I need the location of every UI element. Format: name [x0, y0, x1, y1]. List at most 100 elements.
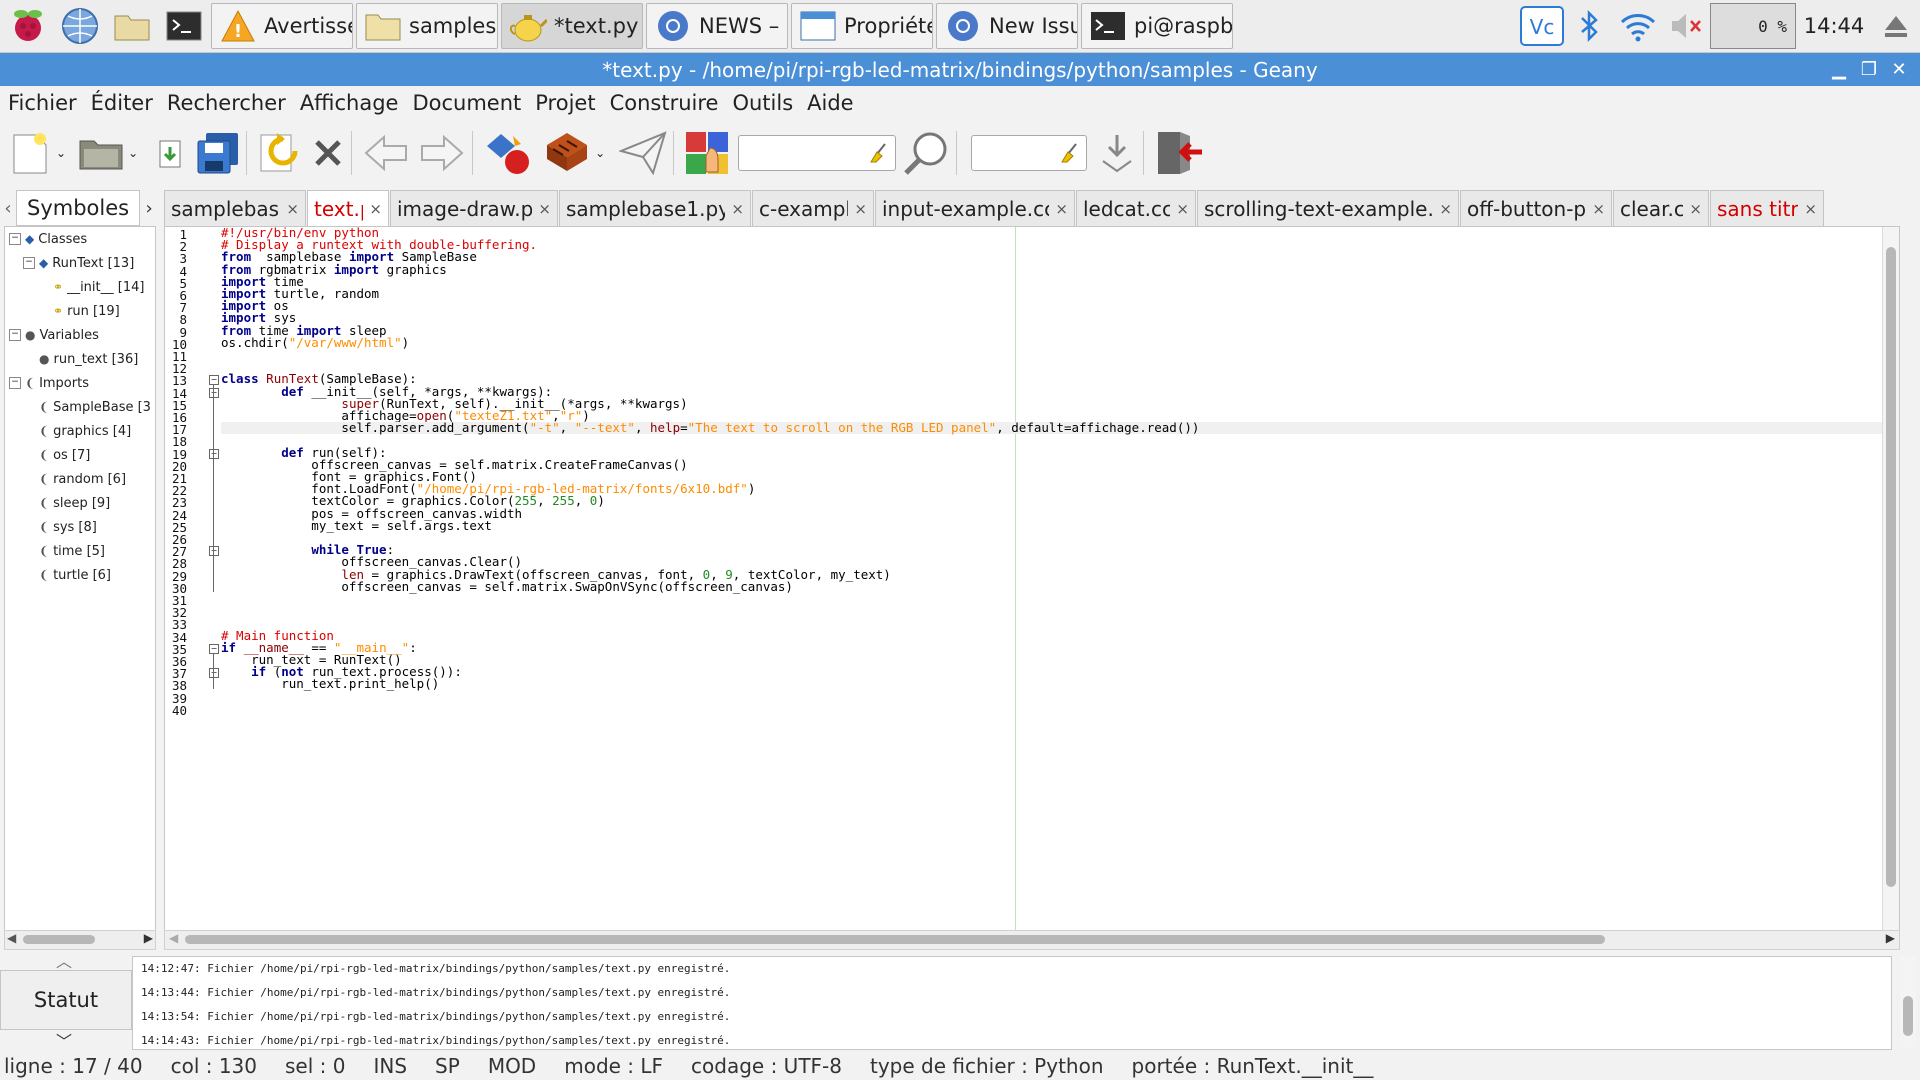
close-tab-icon[interactable]: ×	[1176, 200, 1189, 218]
code-line[interactable]: run_text.print_help()	[221, 678, 439, 691]
scroll-left-icon[interactable]: ◀	[7, 931, 16, 945]
task-geany[interactable]: *text.py - /h…	[501, 3, 643, 49]
code-editor[interactable]: 1 2 3 4 5 6 7 8 9 10 11 12 13 14 15 16 17 18 19 20 21 22 23 24 2…	[164, 226, 1900, 932]
quit-button[interactable]	[1154, 128, 1204, 178]
close-tab-icon[interactable]: ×	[854, 200, 867, 218]
revert-button[interactable]	[257, 128, 301, 178]
menu-affichage[interactable]: Affichage	[300, 91, 399, 115]
close-icon[interactable]: ✕	[1884, 53, 1914, 86]
document-tab[interactable]: scrolling-text-example.cc ×	[1197, 190, 1459, 226]
eject-icon[interactable]	[1872, 2, 1920, 50]
document-tab[interactable]: sans titre ×	[1710, 190, 1824, 226]
volume-muted-icon[interactable]	[1662, 2, 1710, 50]
symbol-tree-item[interactable]: ⚭ run [19]	[5, 299, 155, 323]
tab-statut[interactable]: Statut	[0, 970, 132, 1030]
scrollbar-thumb[interactable]	[185, 935, 1605, 944]
cpu-monitor[interactable]: 0 %	[1710, 3, 1796, 49]
editor-horizontal-scrollbar[interactable]: ◀ ▶	[164, 930, 1900, 950]
navigate-forward-button[interactable]	[418, 128, 466, 178]
symbol-tree-item[interactable]: ❨ graphics [4]	[5, 419, 155, 443]
find-button[interactable]	[902, 128, 950, 178]
document-tab[interactable]: text.py ×	[307, 190, 389, 226]
symbol-tree-item[interactable]: − ❨ Imports	[5, 371, 155, 395]
bluetooth-icon[interactable]	[1566, 2, 1614, 50]
open-file-dropdown[interactable]: ⌄	[128, 128, 138, 178]
menu-aide[interactable]: Aide	[807, 91, 853, 115]
save-button[interactable]	[156, 128, 184, 178]
sidebar-scroll-left-icon[interactable]: ‹	[0, 198, 16, 219]
clock[interactable]: 14:44	[1796, 14, 1872, 38]
close-tab-icon[interactable]: ×	[286, 200, 299, 218]
sidebar-horizontal-scrollbar[interactable]: ◀ ▶	[4, 930, 156, 950]
terminal-icon[interactable]	[160, 2, 208, 50]
maximize-icon[interactable]: ❐	[1854, 53, 1884, 86]
fold-toggle-icon[interactable]: −	[209, 668, 219, 679]
symbol-tree-item[interactable]: ● run_text [36]	[5, 347, 155, 371]
panel-expand-down-icon[interactable]: ﹀	[56, 1028, 72, 1052]
symbol-tree-item[interactable]: ❨ SampleBase [3	[5, 395, 155, 419]
status-insert-mode[interactable]: INS	[373, 1054, 407, 1078]
document-tab[interactable]: clear.c ×	[1613, 190, 1709, 226]
symbol-tree-item[interactable]: ⚭ __init__ [14]	[5, 275, 155, 299]
symbol-tree-item[interactable]: ❨ time [5]	[5, 539, 155, 563]
tree-expander-icon[interactable]: −	[9, 377, 21, 389]
symbol-tree-item[interactable]: − ● Variables	[5, 323, 155, 347]
menu-document[interactable]: Document	[412, 91, 521, 115]
clear-broom-icon[interactable]	[869, 142, 889, 168]
close-tab-icon[interactable]: ×	[1804, 200, 1817, 218]
fold-margin[interactable]: −−−−−−	[207, 227, 221, 931]
scrollbar-thumb[interactable]	[23, 935, 95, 944]
sidebar-scroll-right-icon[interactable]: ›	[140, 198, 158, 219]
open-file-button[interactable]	[78, 128, 124, 178]
menu-outils[interactable]: Outils	[732, 91, 793, 115]
document-tab[interactable]: input-example.cc ×	[875, 190, 1075, 226]
menu-construire[interactable]: Construire	[610, 91, 719, 115]
goto-line-button[interactable]	[1097, 128, 1137, 178]
document-tab[interactable]: samplebase1.py ×	[559, 190, 751, 226]
code-line[interactable]: offscreen_canvas = self.matrix.SwapOnVSy…	[221, 580, 793, 593]
raspberry-menu-icon[interactable]	[4, 2, 52, 50]
vnc-icon[interactable]: Vᴄ	[1518, 2, 1566, 50]
close-tab-icon[interactable]: ×	[369, 200, 382, 218]
symbol-tree-item[interactable]: ❨ os [7]	[5, 443, 155, 467]
close-tab-icon[interactable]: ×	[1439, 200, 1452, 218]
symbol-tree-item[interactable]: ❨ sleep [9]	[5, 491, 155, 515]
color-chooser-button[interactable]	[684, 128, 730, 178]
task-warning[interactable]: ! Avertissem…	[211, 3, 353, 49]
task-chromium-news[interactable]: NEWS – Ch…	[646, 3, 788, 49]
web-browser-icon[interactable]	[56, 2, 104, 50]
document-tab[interactable]: ledcat.cc ×	[1076, 190, 1196, 226]
messages-scrollbar[interactable]	[1900, 956, 1916, 1048]
scroll-right-icon[interactable]: ▶	[144, 931, 153, 945]
search-input[interactable]	[738, 135, 897, 171]
tree-expander-icon[interactable]: −	[9, 329, 21, 341]
fold-toggle-icon[interactable]: −	[209, 448, 219, 459]
compile-button[interactable]	[483, 128, 533, 178]
tree-expander-icon[interactable]: −	[23, 257, 35, 269]
fold-toggle-icon[interactable]: −	[209, 387, 219, 398]
sidebar-tab-symboles[interactable]: Symboles	[16, 190, 141, 226]
tree-expander-icon[interactable]: −	[9, 233, 21, 245]
file-manager-icon[interactable]	[108, 2, 156, 50]
symbol-tree-item[interactable]: ❨ sys [8]	[5, 515, 155, 539]
wifi-icon[interactable]	[1614, 2, 1662, 50]
save-all-button[interactable]	[196, 128, 240, 178]
new-file-button[interactable]	[10, 128, 52, 178]
code-area[interactable]: #!/usr/bin/env python # Display a runtext…	[221, 227, 1899, 931]
menu-editer[interactable]: Éditer	[91, 91, 153, 115]
execute-button[interactable]	[619, 128, 667, 178]
document-tab[interactable]: c-example.c ×	[752, 190, 874, 226]
navigate-back-button[interactable]	[362, 128, 410, 178]
menu-projet[interactable]: Projet	[535, 91, 595, 115]
symbol-tree-item[interactable]: − ◆ RunText [13]	[5, 251, 155, 275]
code-line[interactable]: os.chdir("/var/www/html")	[221, 336, 409, 349]
close-tab-icon[interactable]: ×	[1592, 200, 1605, 218]
close-tab-icon[interactable]: ×	[731, 200, 744, 218]
task-chromium-new-issue[interactable]: New Issue ·…	[936, 3, 1078, 49]
editor-vertical-scrollbar[interactable]	[1882, 227, 1899, 931]
document-tab[interactable]: image-draw.py ×	[390, 190, 558, 226]
document-tab[interactable]: samplebase.py ×	[164, 190, 306, 226]
goto-line-input[interactable]	[971, 135, 1088, 171]
build-button[interactable]	[543, 128, 591, 178]
scrollbar-thumb[interactable]	[1886, 247, 1896, 887]
